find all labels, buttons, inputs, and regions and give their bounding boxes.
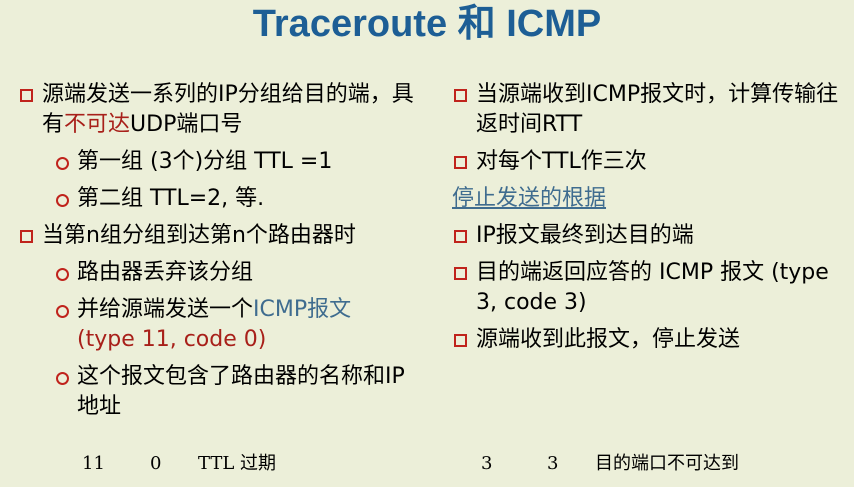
footer-left-type: 11 — [82, 453, 105, 474]
footer-left-code: 0 — [150, 453, 162, 474]
sub-bullet-router-drops: 路由器丢弃该分组 — [18, 258, 418, 288]
bullet-compute-rtt: 当源端收到ICMP报文时，计算传输往返时间RTT — [452, 80, 842, 140]
sub-bullet-first-group: 第一组 (3个)分组 TTL =1 — [18, 147, 418, 177]
square-bullet-icon — [20, 230, 33, 243]
bullet-text: 目的端返回应答的 ICMP 报文 (type 3, code 3) — [476, 260, 829, 315]
square-bullet-icon — [454, 230, 467, 243]
bullet-reaches-destination: IP报文最终到达目的端 — [452, 221, 842, 251]
bullet-destination-replies: 目的端返回应答的 ICMP 报文 (type 3, code 3) — [452, 258, 842, 318]
square-bullet-icon — [454, 267, 467, 280]
left-column: 源端发送一系列的IP分组给目的端，具有不可达UDP端口号 第一组 (3个)分组 … — [18, 80, 418, 429]
bullet-text-b: UDP端口号 — [130, 112, 243, 137]
stop-criteria-text: 停止发送的根据 — [452, 186, 607, 211]
bullet-text: 源端收到此报文，停止发送 — [476, 327, 741, 352]
bullet-text: 对每个TTL作三次 — [476, 149, 647, 174]
circle-bullet-icon — [56, 305, 69, 318]
square-bullet-icon — [454, 156, 467, 169]
unreachable-highlight: 不可达 — [64, 112, 131, 137]
bullet-nth-group: 当第n组分组到达第n个路由器时 — [18, 221, 418, 251]
bullet-text: 当第n组分组到达第n个路由器时 — [42, 223, 356, 248]
footer-right-code: 3 — [547, 453, 559, 474]
circle-bullet-icon — [56, 268, 69, 281]
sub-bullet-second-group: 第二组 TTL=2, 等. — [18, 184, 418, 214]
slide-title: Traceroute 和 ICMP — [252, 3, 602, 45]
sub-bullet-text: 第一组 (3个)分组 TTL =1 — [77, 149, 333, 174]
bullet-three-times: 对每个TTL作三次 — [452, 147, 842, 177]
square-bullet-icon — [20, 89, 33, 102]
footer-left-desc: TTL 过期 — [198, 453, 277, 474]
right-column: 当源端收到ICMP报文时，计算传输往返时间RTT 对每个TTL作三次 停止发送的… — [452, 80, 842, 362]
bullet-text: 当源端收到ICMP报文时，计算传输往返时间RTT — [476, 82, 839, 137]
icmp-highlight: ICMP报文 — [253, 297, 352, 322]
square-bullet-icon — [454, 334, 467, 347]
bullet-text: IP报文最终到达目的端 — [476, 223, 694, 248]
sub-bullet-icmp-message: 并给源端发送一个ICMP报文 (type 11, code 0) — [18, 295, 418, 355]
sub-bullet-router-name: 这个报文包含了路由器的名称和IP地址 — [18, 362, 418, 422]
bullet-source-sends: 源端发送一系列的IP分组给目的端，具有不可达UDP端口号 — [18, 80, 418, 140]
stop-criteria-heading: 停止发送的根据 — [452, 184, 842, 214]
circle-bullet-icon — [56, 194, 69, 207]
circle-bullet-icon — [56, 372, 69, 385]
sub-bullet-text: 路由器丢弃该分组 — [77, 260, 254, 285]
type-code-highlight: (type 11, code 0) — [77, 327, 267, 352]
circle-bullet-icon — [56, 157, 69, 170]
sub-bullet-text-a: 并给源端发送一个 — [77, 297, 254, 322]
bullet-source-stops: 源端收到此报文，停止发送 — [452, 325, 842, 355]
footer-right-type: 3 — [481, 453, 493, 474]
sub-bullet-text: 第二组 TTL=2, 等. — [77, 186, 265, 211]
sub-bullet-text: 这个报文包含了路由器的名称和IP地址 — [77, 364, 405, 419]
square-bullet-icon — [454, 89, 467, 102]
footer-right-desc: 目的端口不可达到 — [595, 453, 739, 474]
